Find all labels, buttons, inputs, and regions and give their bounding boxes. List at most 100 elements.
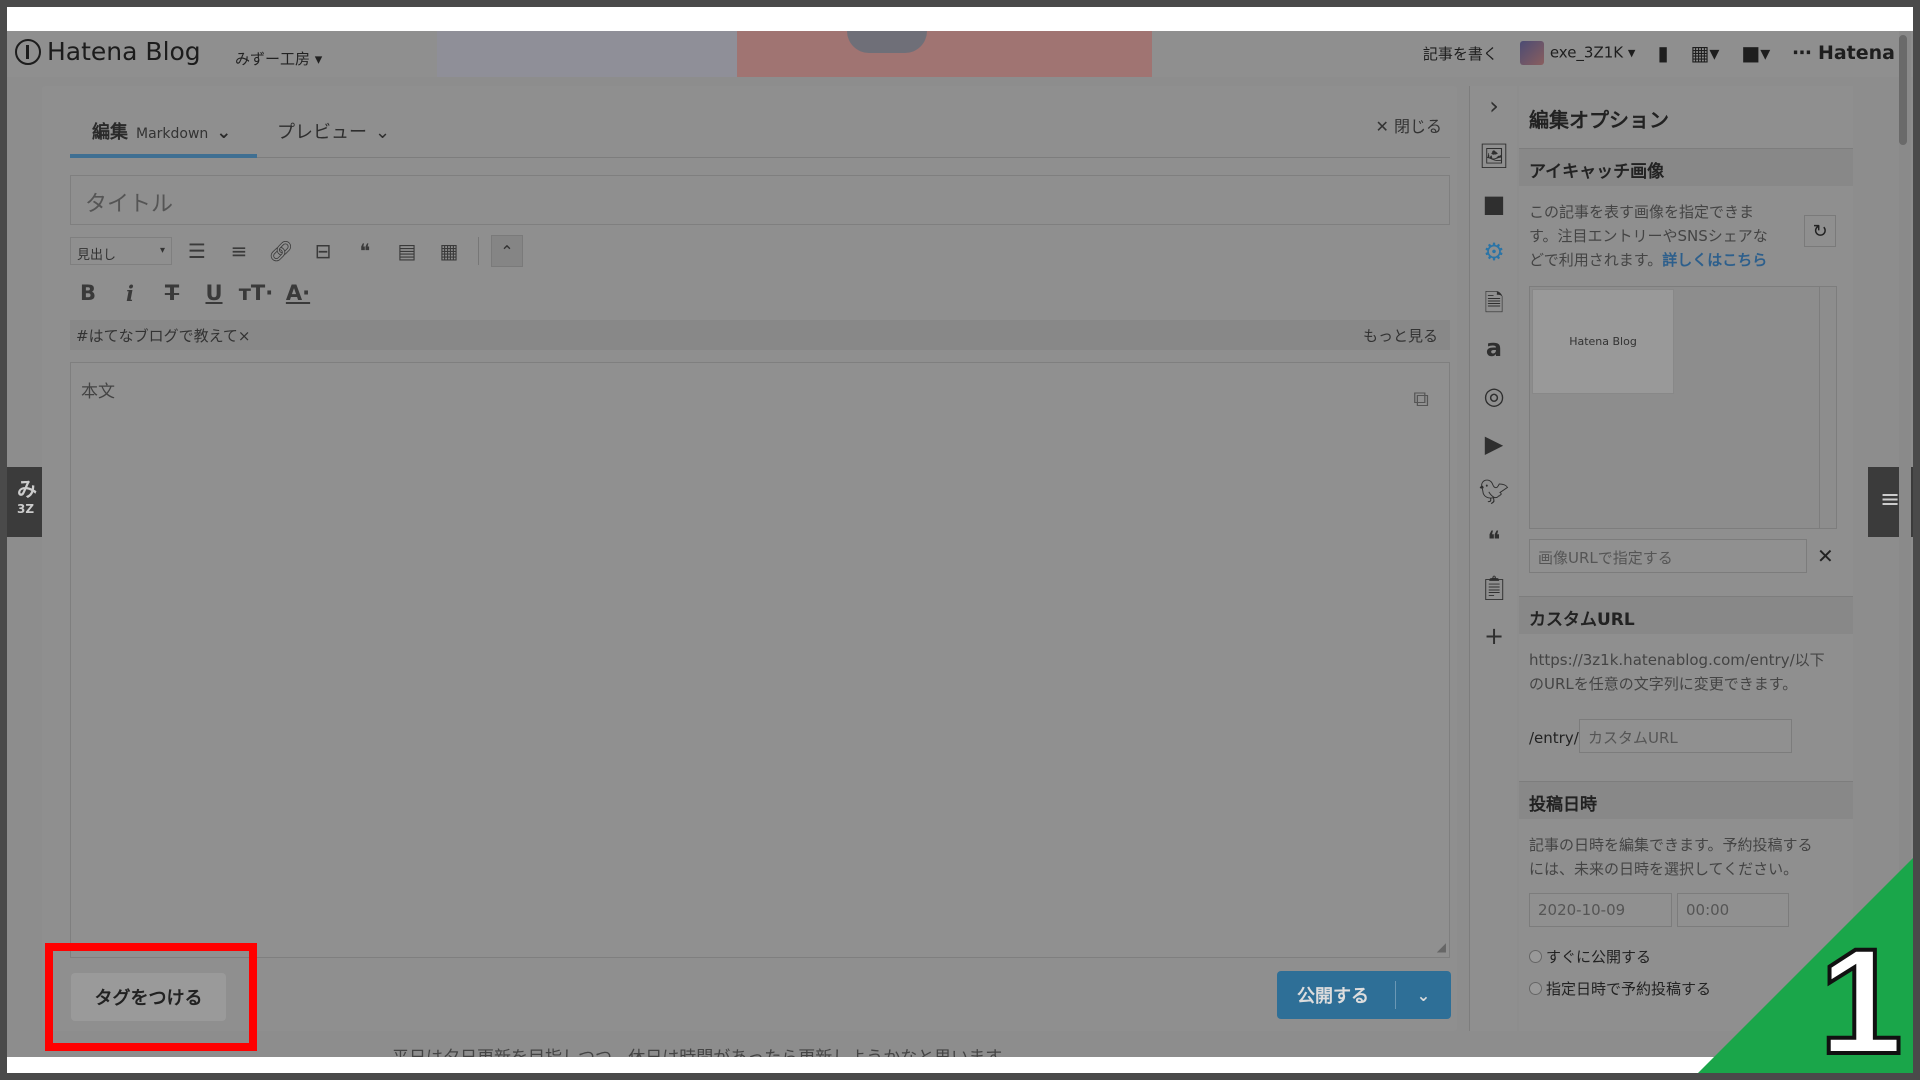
radio-dot — [1529, 982, 1542, 995]
publish-label: 公開する — [1297, 986, 1369, 1007]
eyecatch-description: この記事を表す画像を指定できま す。注目エントリーやSNSシェアな どで利用され… — [1529, 200, 1768, 272]
sidebar-icon-rail: › 🖼︎ ■ ⚙ 🗎 a ◎ ▶ 🐦︎ ❝ 📋︎ + — [1469, 86, 1517, 1031]
read-more-icon[interactable]: ▦ — [432, 234, 466, 268]
tab-edit[interactable]: 編集 Markdown ⌄ — [92, 118, 231, 144]
apps-grid-icon[interactable]: ▦▾ — [1690, 41, 1719, 65]
bullet-list-icon[interactable]: ☰ — [180, 234, 214, 268]
blog-name-menu[interactable]: みずー工房 ▾ — [235, 48, 322, 69]
heading-select[interactable]: 見出し — [70, 237, 172, 265]
notification-icon[interactable]: ■▾ — [1741, 41, 1770, 65]
highlight-box — [45, 943, 257, 1051]
header-background-art — [437, 31, 737, 77]
blog-title-band-left: み 3Z — [7, 467, 47, 537]
underline-icon[interactable]: U — [196, 276, 232, 310]
tab-preview[interactable]: プレビュー ⌄ — [277, 118, 390, 144]
custom-url-description: https://3z1k.hatenablog.com/entry/以下 のUR… — [1529, 648, 1825, 696]
gear-icon[interactable]: ⚙ — [1470, 238, 1518, 266]
user-menu[interactable]: exe_3Z1K ▾ — [1519, 41, 1636, 65]
radio-publish-now-label: すぐに公開する — [1546, 948, 1652, 966]
table-of-contents-icon[interactable]: ▤ — [390, 234, 424, 268]
document-icon[interactable]: 🗎 — [1470, 286, 1518, 327]
clipboard-icon[interactable]: 📋︎ — [1470, 574, 1518, 602]
format-toolbar: 見出し ☰ ≡ 🔗︎ ⊟ ❝ ▤ ▦ ⌃ — [70, 234, 523, 268]
header-background-art-shape — [847, 31, 927, 53]
step-number: 1 — [1819, 917, 1902, 1073]
hatena-link-text: Hatena — [1817, 42, 1895, 64]
resize-handle-icon[interactable]: ◢ — [1437, 940, 1446, 954]
learn-more-link[interactable]: 詳しくはこちら — [1662, 251, 1767, 269]
eyecatch-scrollbar[interactable] — [1819, 287, 1820, 528]
hatena-blog-logo[interactable]: Hatena Blog — [15, 37, 201, 66]
post-date-desc-line: 記事の日時を編集できます。予約投稿する — [1529, 836, 1813, 854]
hatena-link[interactable]: ⋯ Hatena — [1792, 42, 1895, 64]
toolbar-divider — [478, 237, 479, 265]
title-input[interactable]: タイトル — [70, 175, 1450, 225]
radio-scheduled-label: 指定日時で予約投稿する — [1546, 980, 1712, 998]
strikethrough-icon[interactable]: T — [154, 276, 190, 310]
header-background-art-red — [737, 31, 1152, 77]
tab-preview-label: プレビュー — [277, 122, 367, 143]
folder-icon[interactable]: ■ — [1470, 190, 1518, 218]
more-link[interactable]: もっと見る — [1363, 325, 1438, 346]
chevron-down-icon: ⌄ — [216, 122, 232, 143]
step-badge: 1 — [1698, 858, 1913, 1073]
radio-scheduled[interactable]: 指定日時で予約投稿する — [1529, 978, 1711, 999]
avatar — [1519, 41, 1544, 65]
tab-edit-mode: Markdown — [136, 126, 209, 142]
quote-icon[interactable]: ❝ — [1470, 526, 1518, 554]
page-scrollbar-thumb[interactable] — [1899, 35, 1907, 145]
link-icon[interactable]: 🔗︎ — [264, 234, 298, 268]
active-tab-underline — [70, 154, 257, 158]
close-button[interactable]: ✕ 閉じる — [1376, 113, 1443, 137]
body-textarea[interactable]: 本文 ⧉ ◢ — [70, 362, 1450, 958]
amazon-icon[interactable]: a — [1470, 334, 1518, 362]
blog-description-text: 平日は夕日更新を目指しつつ、休日は時間があったら更新しようかなと思います — [392, 1043, 1002, 1057]
eyecatch-image-list[interactable]: Hatena Blog — [1529, 286, 1837, 529]
text-style-toolbar: B i T U тT· A· — [70, 276, 316, 310]
plus-icon[interactable]: + — [1470, 622, 1518, 650]
horizontal-rule-icon[interactable]: ⊟ — [306, 234, 340, 268]
options-title: 編集オプション — [1529, 108, 1669, 132]
header-right-menu: 記事を書く exe_3Z1K ▾ ▮ ▦▾ ■▾ ⋯ Hatena — [1423, 41, 1895, 65]
bold-icon[interactable]: B — [70, 276, 106, 310]
collapse-toolbar-icon[interactable]: ⌃ — [491, 235, 523, 267]
custom-url-prefix: /entry/ — [1529, 729, 1579, 747]
hatena-blog-logo-text: Hatena Blog — [47, 37, 201, 66]
custom-url-desc-line: のURLを任意の文字列に変更できます。 — [1529, 675, 1798, 693]
italic-icon[interactable]: i — [112, 276, 148, 310]
screenshot-frame: Hatena Blog みずー工房 ▾ 記事を書く exe_3Z1K ▾ ▮ ▦… — [0, 0, 1920, 1080]
username: exe_3Z1K ▾ — [1549, 43, 1636, 62]
blog-page-dimmed: Hatena Blog みずー工房 ▾ 記事を書く exe_3Z1K ▾ ▮ ▦… — [7, 31, 1913, 1057]
eyecatch-desc-line: どで利用されます。 — [1529, 251, 1663, 269]
thumbnail-label: Hatena Blog — [1569, 335, 1637, 348]
refresh-icon[interactable]: ↻ — [1804, 215, 1836, 247]
hamburger-icon: ≡ — [1880, 485, 1901, 513]
twitter-icon[interactable]: 🐦︎ — [1470, 478, 1518, 506]
blog-header: Hatena Blog みずー工房 ▾ 記事を書く exe_3Z1K ▾ ▮ ▦… — [7, 31, 1913, 77]
image-url-input[interactable]: 画像URLで指定する — [1529, 539, 1807, 573]
bookmark-icon[interactable]: ▮ — [1657, 41, 1668, 65]
chevron-down-icon[interactable]: ⌄ — [1396, 986, 1451, 1005]
editor-tabs: 編集 Markdown ⌄ プレビュー ⌄ ✕ 閉じる — [70, 86, 1450, 158]
body-placeholder: 本文 — [81, 382, 115, 402]
numbered-list-icon[interactable]: ≡ — [222, 234, 256, 268]
custom-url-input[interactable]: カスタムURL — [1579, 719, 1792, 753]
youtube-icon[interactable]: ▶ — [1470, 430, 1518, 458]
publish-button[interactable]: 公開する ⌄ — [1277, 971, 1451, 1019]
text-color-icon[interactable]: A· — [280, 276, 316, 310]
instagram-icon[interactable]: ◎ — [1470, 382, 1518, 410]
clear-icon[interactable]: ✕ — [1817, 544, 1834, 568]
eyecatch-thumbnail[interactable]: Hatena Blog — [1532, 289, 1674, 394]
collapse-panel-icon[interactable]: › — [1470, 92, 1518, 120]
copy-icon[interactable]: ⧉ — [1413, 387, 1429, 412]
topic-tag[interactable]: #はてなブログで教えて× — [76, 325, 250, 346]
write-post-link[interactable]: 記事を書く — [1423, 43, 1498, 64]
eyecatch-header: アイキャッチ画像 — [1519, 148, 1853, 186]
radio-publish-now[interactable]: すぐに公開する — [1529, 946, 1651, 967]
top-margin — [7, 7, 1913, 31]
date-input[interactable]: 2020-10-09 — [1529, 893, 1672, 927]
quote-icon[interactable]: ❝ — [348, 234, 382, 268]
font-size-icon[interactable]: тT· — [238, 276, 274, 310]
photo-upload-icon[interactable]: 🖼︎ — [1470, 142, 1518, 170]
post-date-header: 投稿日時 — [1519, 781, 1853, 819]
